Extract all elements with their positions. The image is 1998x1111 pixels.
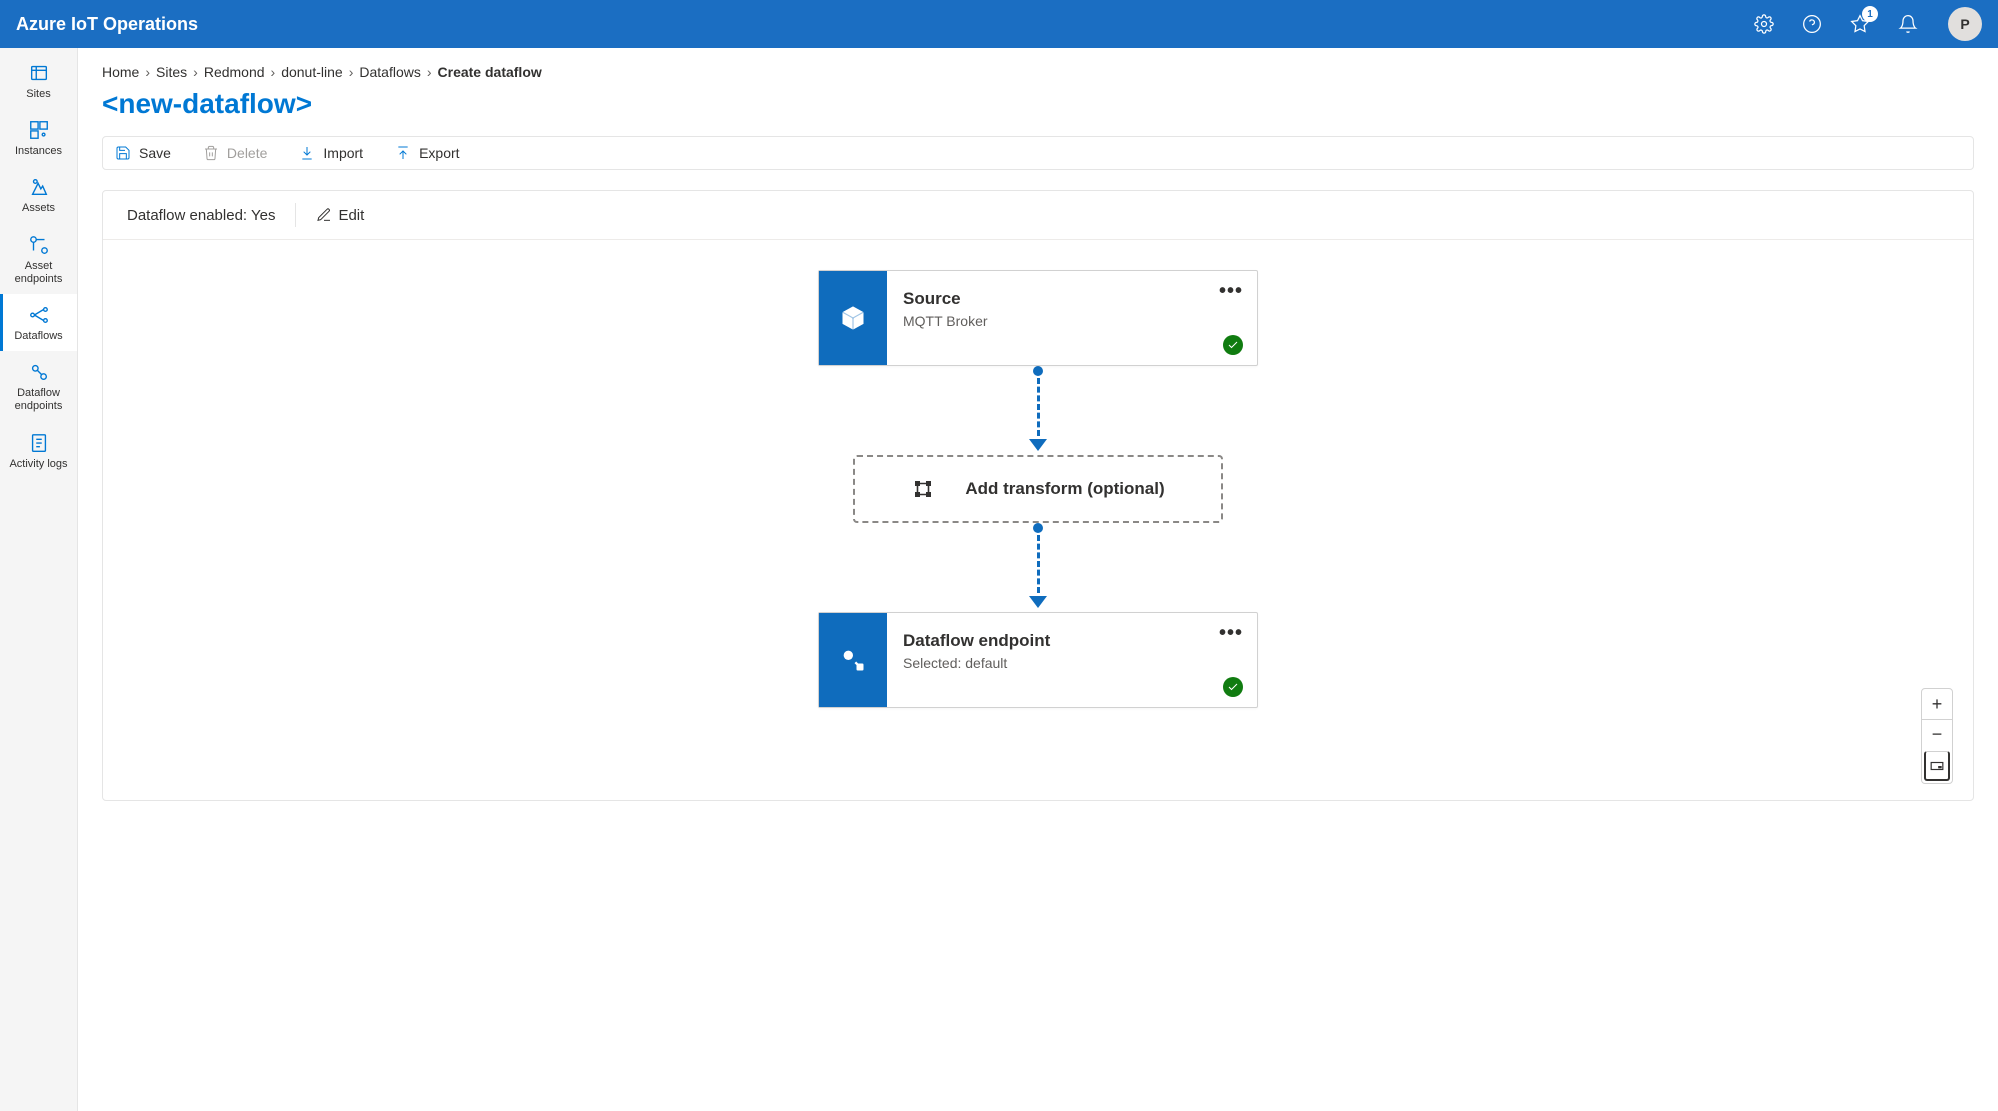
dataflow-enabled-text: Dataflow enabled: Yes [127, 207, 275, 224]
breadcrumb-link[interactable]: Home [102, 64, 139, 80]
zoom-in-button[interactable]: + [1922, 689, 1952, 719]
breadcrumb-link[interactable]: Redmond [204, 64, 265, 80]
edit-button[interactable]: Edit [316, 207, 364, 224]
canvas-header: Dataflow enabled: Yes Edit [103, 191, 1973, 240]
more-icon[interactable]: ••• [1219, 281, 1243, 301]
sidebar-item-dataflow-endpoints[interactable]: Dataflow endpoints [0, 351, 77, 421]
sidebar-item-label: Asset endpoints [4, 260, 73, 286]
save-button[interactable]: Save [115, 145, 171, 161]
breadcrumb: Home› Sites› Redmond› donut-line› Datafl… [102, 64, 1974, 80]
sidebar-item-label: Assets [22, 202, 55, 215]
node-subtitle: Selected: default [903, 655, 1241, 671]
status-ok-icon [1223, 335, 1243, 355]
breadcrumb-link[interactable]: Dataflows [359, 64, 420, 80]
breadcrumb-link[interactable]: donut-line [281, 64, 343, 80]
sidebar-item-instances[interactable]: Instances [0, 109, 77, 166]
zoom-out-button[interactable]: − [1922, 719, 1952, 749]
delete-button: Delete [203, 145, 267, 161]
bell-icon[interactable] [1892, 8, 1924, 40]
left-sidebar: Sites Instances Assets Asset endpoints D… [0, 48, 78, 1111]
connector [1029, 523, 1047, 612]
export-button[interactable]: Export [395, 145, 459, 161]
sidebar-item-sites[interactable]: Sites [0, 52, 77, 109]
more-icon[interactable]: ••• [1219, 623, 1243, 643]
sidebar-item-label: Dataflows [14, 330, 62, 343]
sidebar-item-asset-endpoints[interactable]: Asset endpoints [0, 224, 77, 294]
import-button[interactable]: Import [299, 145, 363, 161]
node-title: Dataflow endpoint [903, 631, 1241, 651]
edit-label: Edit [338, 207, 364, 224]
user-avatar[interactable]: P [1948, 7, 1982, 41]
notification-badge: 1 [1862, 6, 1878, 22]
delete-label: Delete [227, 145, 267, 161]
dataflow-canvas-panel: Dataflow enabled: Yes Edit Sourc [102, 190, 1974, 801]
sidebar-item-assets[interactable]: Assets [0, 166, 77, 223]
endpoint-node[interactable]: Dataflow endpoint Selected: default ••• [818, 612, 1258, 708]
main-content: Home› Sites› Redmond› donut-line› Datafl… [78, 48, 1998, 1111]
sidebar-item-label: Instances [15, 145, 62, 158]
sidebar-item-dataflows[interactable]: Dataflows [0, 294, 77, 351]
settings-gear-icon[interactable] [1748, 8, 1780, 40]
save-label: Save [139, 145, 171, 161]
connector [1029, 366, 1047, 455]
command-bar: Save Delete Import Export [102, 136, 1974, 170]
sidebar-item-activity-logs[interactable]: Activity logs [0, 422, 77, 479]
import-label: Import [323, 145, 363, 161]
sidebar-item-label: Activity logs [9, 458, 67, 471]
source-node[interactable]: Source MQTT Broker ••• [818, 270, 1258, 366]
transform-label: Add transform (optional) [965, 479, 1164, 499]
sidebar-item-label: Sites [26, 88, 50, 101]
divider [295, 203, 296, 227]
cube-icon [819, 271, 887, 365]
node-title: Source [903, 289, 1241, 309]
top-header: Azure IoT Operations 1 P [0, 0, 1998, 48]
node-subtitle: MQTT Broker [903, 313, 1241, 329]
status-ok-icon [1223, 677, 1243, 697]
page-title: <new-dataflow> [102, 88, 1974, 120]
zoom-fit-button[interactable] [1924, 751, 1950, 781]
app-title: Azure IoT Operations [16, 14, 198, 35]
help-icon[interactable] [1796, 8, 1828, 40]
sidebar-item-label: Dataflow endpoints [4, 387, 73, 413]
export-label: Export [419, 145, 459, 161]
breadcrumb-link[interactable]: Sites [156, 64, 187, 80]
feedback-icon[interactable]: 1 [1844, 8, 1876, 40]
zoom-controls: + − [1921, 688, 1953, 784]
endpoint-icon [819, 613, 887, 707]
add-transform-button[interactable]: Add transform (optional) [853, 455, 1223, 523]
breadcrumb-current: Create dataflow [438, 64, 542, 80]
dataflow-canvas: Source MQTT Broker ••• [103, 240, 1973, 800]
